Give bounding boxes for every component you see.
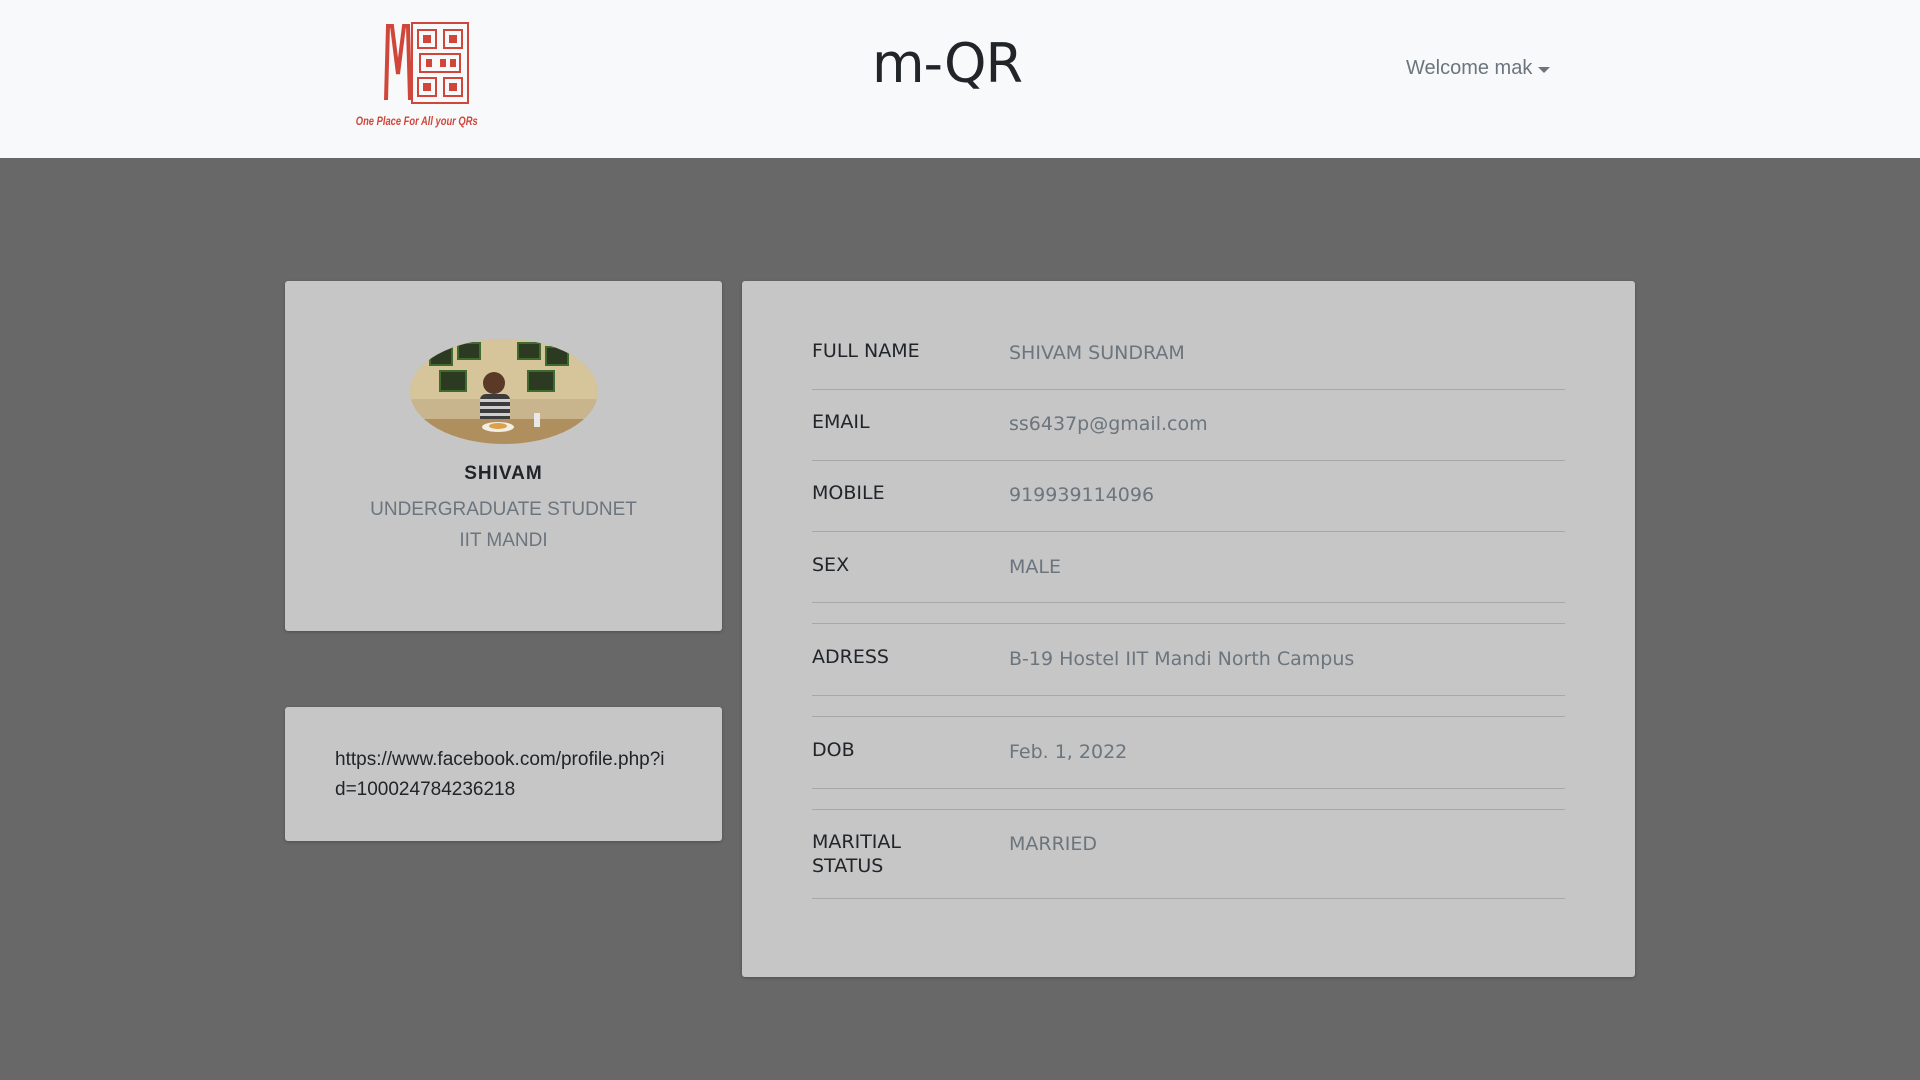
avatar [410, 339, 598, 444]
app-title: m-QR [871, 32, 1023, 95]
full-name-value: SHIVAM SUNDRAM [1009, 342, 1185, 364]
sex-value: MALE [1009, 556, 1061, 578]
navbar: One Place For All your QRs m-QR Welcome … [0, 0, 1920, 158]
marital-label-line1: MARITIAL [812, 831, 901, 853]
marital-status-label: MARITIAL STATUS [812, 830, 962, 878]
marital-label-line2: STATUS [812, 855, 884, 877]
address-label: ADRESS [812, 646, 889, 668]
caret-down-icon[interactable] [1538, 66, 1551, 73]
logo-tagline: One Place For All your QRs [355, 114, 478, 128]
dob-label: DOB [812, 739, 855, 761]
divider [812, 788, 1565, 789]
divider [812, 389, 1565, 390]
email-value: ss6437p@gmail.com [1009, 413, 1208, 435]
address-value: B-19 Hostel IIT Mandi North Campus [1009, 648, 1355, 670]
email-label: EMAIL [812, 411, 870, 433]
divider [812, 460, 1565, 461]
divider [812, 898, 1565, 899]
facebook-profile-link[interactable]: https://www.facebook.com/profile.php?id=… [335, 745, 675, 805]
details-card: FULL NAME SHIVAM SUNDRAM EMAIL ss6437p@g… [742, 281, 1635, 977]
sex-label: SEX [812, 554, 850, 576]
marital-status-value: MARRIED [1009, 833, 1098, 855]
profile-card: SHIVAM UNDERGRADUATE STUDNET IIT MANDI [285, 281, 722, 631]
divider [812, 531, 1565, 532]
divider [812, 623, 1565, 624]
divider [812, 716, 1565, 717]
divider [812, 695, 1565, 696]
full-name-label: FULL NAME [812, 340, 920, 362]
divider [812, 809, 1565, 810]
social-link-card: https://www.facebook.com/profile.php?id=… [285, 707, 722, 841]
welcome-label[interactable]: Welcome mak [1406, 57, 1532, 80]
profile-role: UNDERGRADUATE STUDNET [370, 499, 637, 520]
profile-name: SHIVAM [464, 463, 543, 484]
divider [812, 602, 1565, 603]
dob-value: Feb. 1, 2022 [1009, 741, 1128, 763]
mobile-label: MOBILE [812, 482, 885, 504]
profile-organization: IIT MANDI [459, 530, 548, 551]
user-menu-dropdown[interactable]: Welcome mak [1406, 57, 1551, 80]
mobile-value: 919939114096 [1009, 484, 1155, 506]
